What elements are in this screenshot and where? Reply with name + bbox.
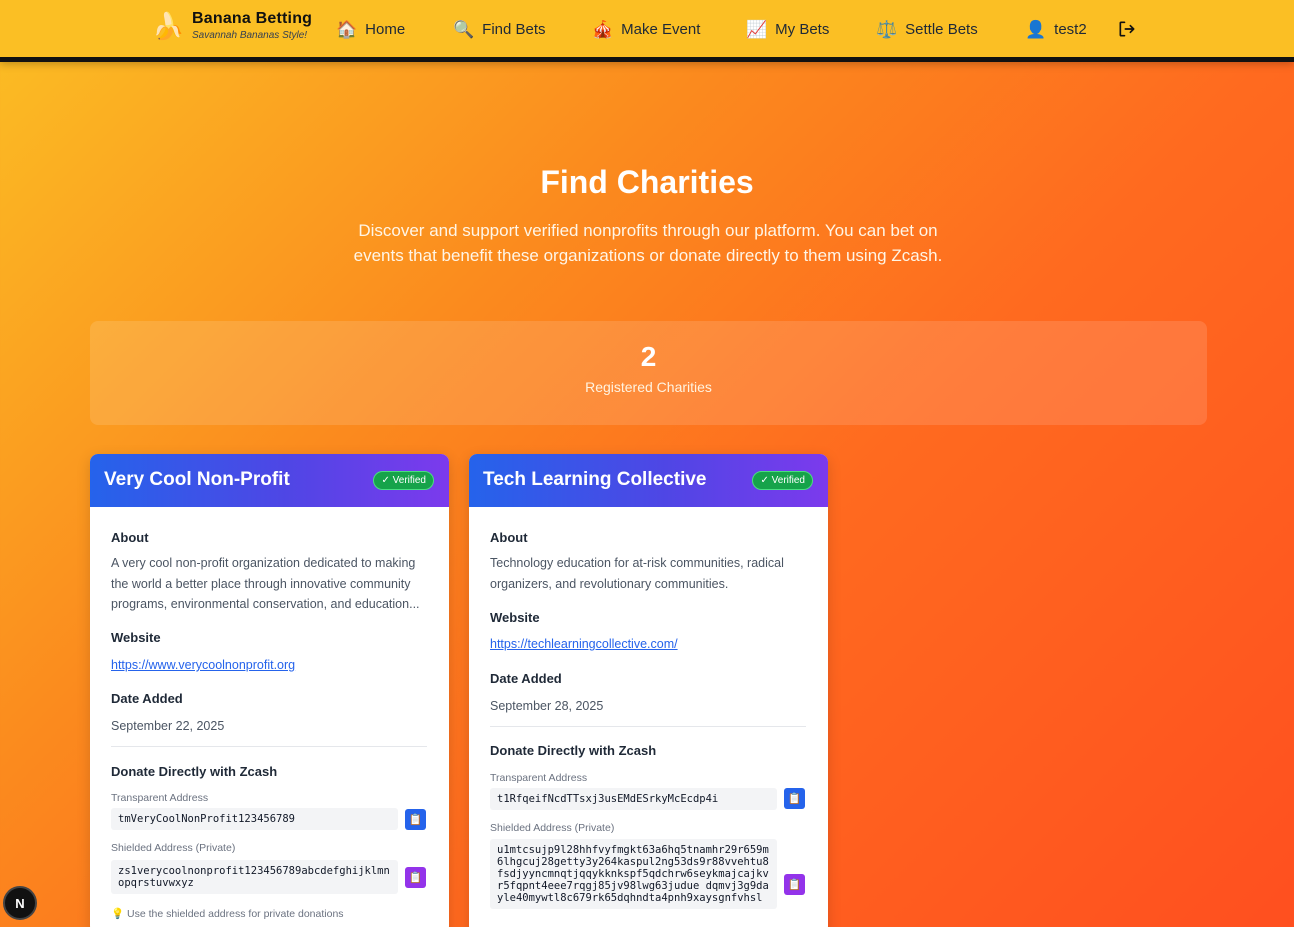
website-label: Website <box>111 630 161 645</box>
shielded-address-label: Shielded Address (Private) <box>111 842 236 854</box>
banana-icon: 🍌 <box>152 10 185 41</box>
clipboard-icon: 📋 <box>787 879 802 891</box>
nav-user-label: test2 <box>1054 20 1087 38</box>
verified-badge: ✓ Verified <box>373 471 434 490</box>
nav-my-bets-label: My Bets <box>775 20 830 38</box>
copy-transparent-button[interactable]: 📋 <box>405 809 426 830</box>
nav-make-event[interactable]: 🎪 Make Event <box>592 18 700 40</box>
nav-home[interactable]: 🏠 Home <box>336 18 405 40</box>
nav-make-event-label: Make Event <box>621 20 701 38</box>
charity-name: Very Cool Non-Profit <box>104 469 290 490</box>
date-added-label: Date Added <box>490 671 562 686</box>
verified-badge: ✓ Verified <box>752 471 813 490</box>
nav-find-bets[interactable]: 🔍 Find Bets <box>453 18 546 40</box>
scales-icon: ⚖️ <box>876 19 898 39</box>
shielded-tip: 💡 Use the shielded address for private d… <box>111 908 344 920</box>
website-label: Website <box>490 610 540 625</box>
magnifier-icon: 🔍 <box>453 19 475 39</box>
stats-panel: 2 Registered Charities <box>90 321 1207 425</box>
charity-card-header: Very Cool Non-Profit ✓ Verified <box>90 454 449 507</box>
transparent-address[interactable]: t1RfqeifNcdTTsxj3usEMdESrkyMcEcdp4i <box>490 788 777 810</box>
house-icon: 🏠 <box>336 19 358 39</box>
transparent-address[interactable]: tmVeryCoolNonProfit123456789 <box>111 808 398 830</box>
brand-subtitle: Savannah Bananas Style! <box>192 30 308 41</box>
date-added-value: September 22, 2025 <box>111 719 225 733</box>
clipboard-icon: 📋 <box>408 872 423 884</box>
logout-icon[interactable] <box>1117 19 1137 39</box>
divider <box>111 746 427 747</box>
charity-count: 2 <box>640 341 657 372</box>
nav-find-bets-label: Find Bets <box>482 20 546 38</box>
user-icon: 👤 <box>1025 19 1047 39</box>
page-description: Discover and support verified nonprofits… <box>353 221 943 265</box>
charity-count-label: Registered Charities <box>585 379 712 395</box>
date-added-value: September 28, 2025 <box>490 699 604 713</box>
website-link[interactable]: https://www.verycoolnonprofit.org <box>111 658 295 672</box>
about-text: A very cool non-profit organization dedi… <box>111 556 420 611</box>
date-added-label: Date Added <box>111 691 183 706</box>
website-link[interactable]: https://techlearningcollective.com/ <box>490 637 678 651</box>
about-label: About <box>490 530 528 545</box>
about-text: Technology education for at-risk communi… <box>490 556 784 591</box>
charity-card: Tech Learning Collective ✓ Verified Abou… <box>469 454 828 927</box>
clipboard-icon: 📋 <box>787 793 802 805</box>
charity-card: Very Cool Non-Profit ✓ Verified About A … <box>90 454 449 927</box>
donate-label: Donate Directly with Zcash <box>111 764 278 779</box>
nav-user[interactable]: 👤 test2 <box>1025 18 1087 40</box>
dev-tools-badge[interactable]: N <box>3 886 37 920</box>
nav-my-bets[interactable]: 📈 My Bets <box>746 18 829 40</box>
nav-settle-bets-label: Settle Bets <box>905 20 978 38</box>
copy-transparent-button[interactable]: 📋 <box>784 788 805 809</box>
shielded-address[interactable]: zs1verycoolnonprofit123456789abcdefghijk… <box>111 860 398 894</box>
charity-name: Tech Learning Collective <box>483 469 707 490</box>
brand[interactable]: 🍌 Banana Betting Savannah Bananas Style! <box>152 10 312 41</box>
about-label: About <box>111 530 149 545</box>
divider <box>490 726 806 727</box>
shielded-address[interactable]: u1mtcsujp9l28hhfvyfmgkt63a6hq5tnamhr29r6… <box>490 839 777 909</box>
copy-shielded-button[interactable]: 📋 <box>784 874 805 895</box>
clipboard-icon: 📋 <box>408 814 423 826</box>
brand-title: Banana Betting <box>192 10 313 27</box>
top-nav: 🍌 Banana Betting Savannah Bananas Style!… <box>0 0 1294 62</box>
chart-up-icon: 📈 <box>746 19 768 39</box>
copy-shielded-button[interactable]: 📋 <box>405 867 426 888</box>
page-title: Find Charities <box>540 164 754 200</box>
transparent-address-label: Transparent Address <box>490 772 588 784</box>
nav-home-label: Home <box>365 20 406 38</box>
donate-label: Donate Directly with Zcash <box>490 743 657 758</box>
circus-tent-icon: 🎪 <box>592 19 614 39</box>
transparent-address-label: Transparent Address <box>111 792 209 804</box>
nav-settle-bets[interactable]: ⚖️ Settle Bets <box>876 18 978 40</box>
charity-card-header: Tech Learning Collective ✓ Verified <box>469 454 828 507</box>
shielded-address-label: Shielded Address (Private) <box>490 822 615 834</box>
